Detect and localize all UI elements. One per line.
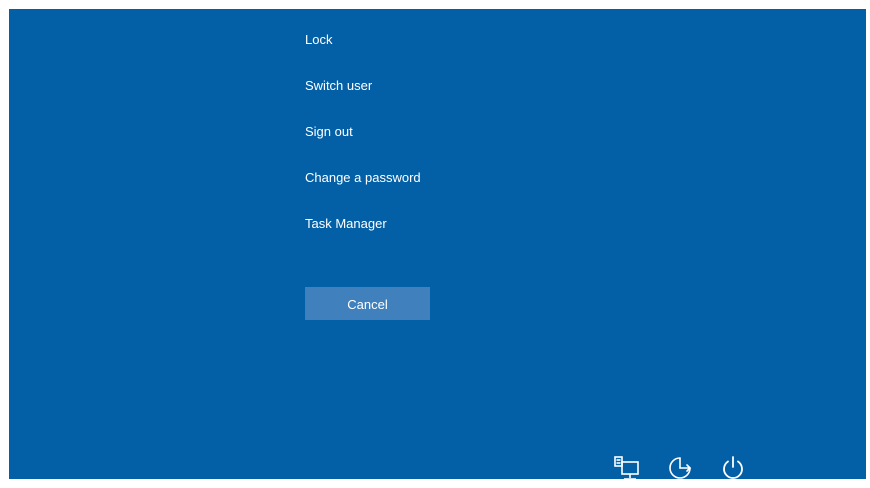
ease-of-access-button[interactable] xyxy=(666,454,694,482)
network-button[interactable] xyxy=(613,454,641,482)
lock-option[interactable]: Lock xyxy=(305,31,421,77)
power-icon xyxy=(723,456,743,479)
sign-out-option[interactable]: Sign out xyxy=(305,123,421,169)
cancel-button[interactable]: Cancel xyxy=(305,287,430,320)
network-icon xyxy=(614,456,639,480)
change-password-option[interactable]: Change a password xyxy=(305,169,421,215)
security-options-screen: Lock Switch user Sign out Change a passw… xyxy=(9,9,866,480)
task-manager-option[interactable]: Task Manager xyxy=(305,215,421,261)
switch-user-option[interactable]: Switch user xyxy=(305,77,421,123)
power-button[interactable] xyxy=(719,454,747,482)
ease-of-access-icon xyxy=(669,457,692,479)
system-tray xyxy=(613,451,747,485)
security-options-menu: Lock Switch user Sign out Change a passw… xyxy=(305,31,421,261)
